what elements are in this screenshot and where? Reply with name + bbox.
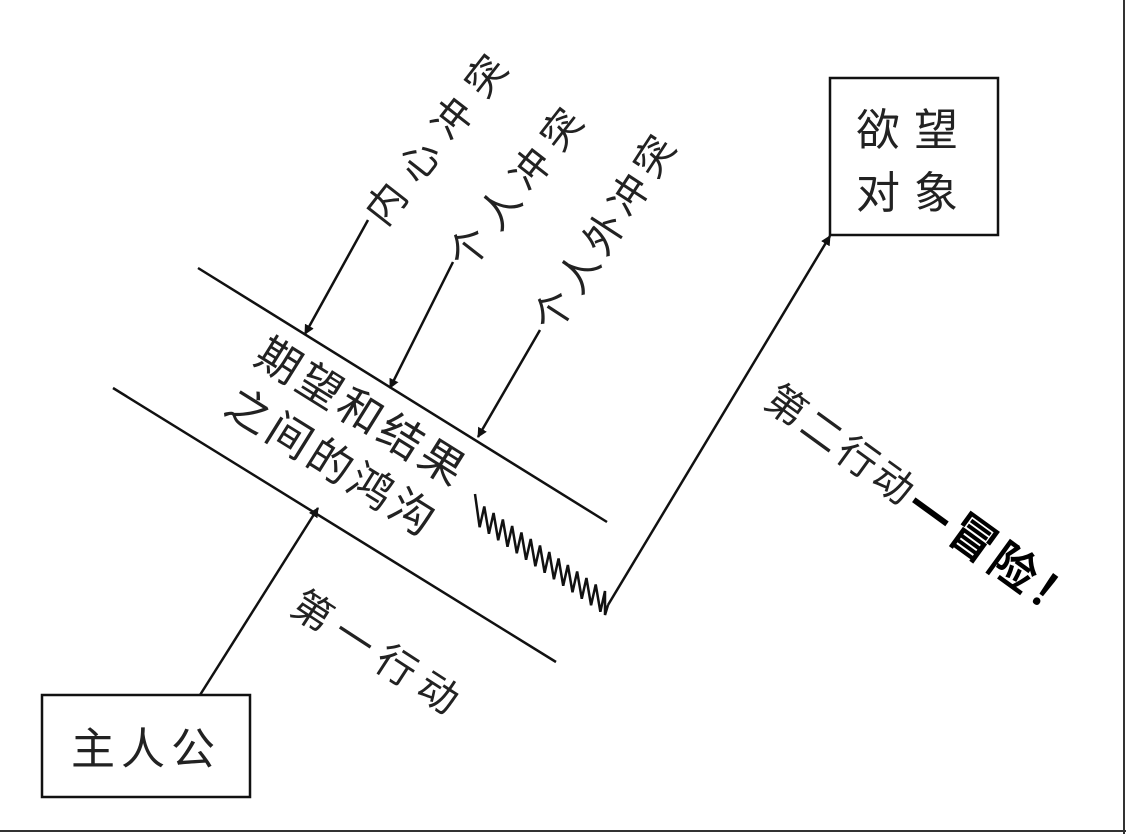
desire-object-line2: 对象 [856,168,972,219]
diagram: 主人公 欲望 对象 期望和结果 之间的鸿沟 内心冲突 个人冲突 个人外冲突 第一… [0,0,1126,834]
protagonist-label: 主人公 [71,724,221,775]
first-action-label: 第一行动 [283,582,476,730]
zigzag-line [473,493,610,616]
desire-object-line1: 欲望 [856,105,972,156]
extra-personal-conflict-arrow [476,329,542,438]
personal-conflict-arrow [388,261,455,389]
second-action-label: 第二行动—冒险！ [756,370,1092,635]
adventure-emphasis: —冒险！ [898,474,1092,635]
diagram-canvas: 主人公 欲望 对象 期望和结果 之间的鸿沟 内心冲突 个人冲突 个人外冲突 第一… [0,0,1126,834]
inner-conflict-arrow [303,219,370,335]
second-action-text: 第二行动 [756,376,925,517]
